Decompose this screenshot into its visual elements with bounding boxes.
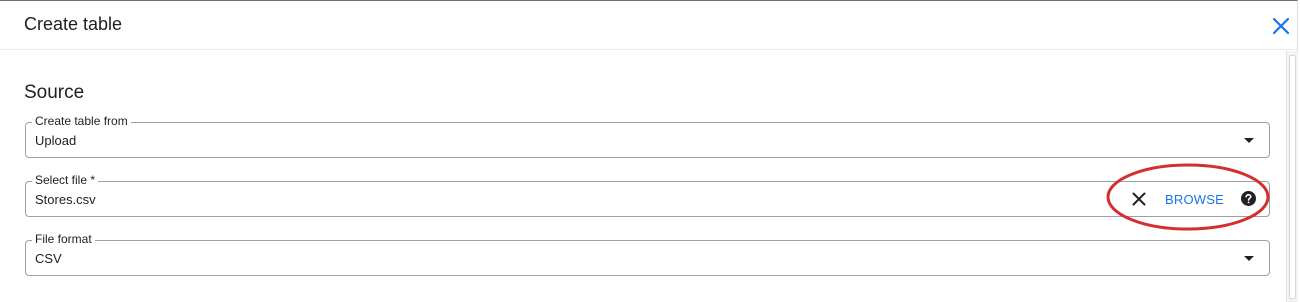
browse-button[interactable]: BROWSE bbox=[1165, 192, 1224, 207]
dialog-title: Create table bbox=[24, 14, 123, 34]
close-icon bbox=[1272, 17, 1290, 35]
dropdown-arrow-icon[interactable] bbox=[1243, 137, 1255, 144]
source-section-title: Source bbox=[24, 82, 85, 103]
select-file-field[interactable]: Select file * Stores.csv BROWSE bbox=[25, 173, 1270, 217]
create-table-from-select[interactable]: Create table from Upload bbox=[25, 114, 1270, 158]
clear-file-button[interactable] bbox=[1132, 192, 1146, 206]
create-table-from-label: Create table from bbox=[32, 114, 131, 128]
help-icon[interactable] bbox=[1240, 190, 1257, 207]
close-button[interactable] bbox=[1270, 15, 1292, 37]
file-format-value: CSV bbox=[35, 251, 62, 266]
create-table-from-value: Upload bbox=[35, 133, 77, 148]
file-format-select[interactable]: File format CSV bbox=[25, 232, 1270, 276]
select-file-label: Select file * bbox=[32, 173, 99, 187]
dropdown-arrow-icon[interactable] bbox=[1243, 255, 1255, 262]
create-table-dialog: Create table Source Create table from Up… bbox=[0, 0, 1298, 302]
file-format-label: File format bbox=[32, 232, 95, 246]
clear-icon bbox=[1132, 192, 1146, 206]
select-file-value: Stores.csv bbox=[35, 192, 96, 207]
scrollbar-thumb[interactable] bbox=[1289, 55, 1296, 299]
dialog-header: Create table bbox=[0, 1, 1297, 50]
